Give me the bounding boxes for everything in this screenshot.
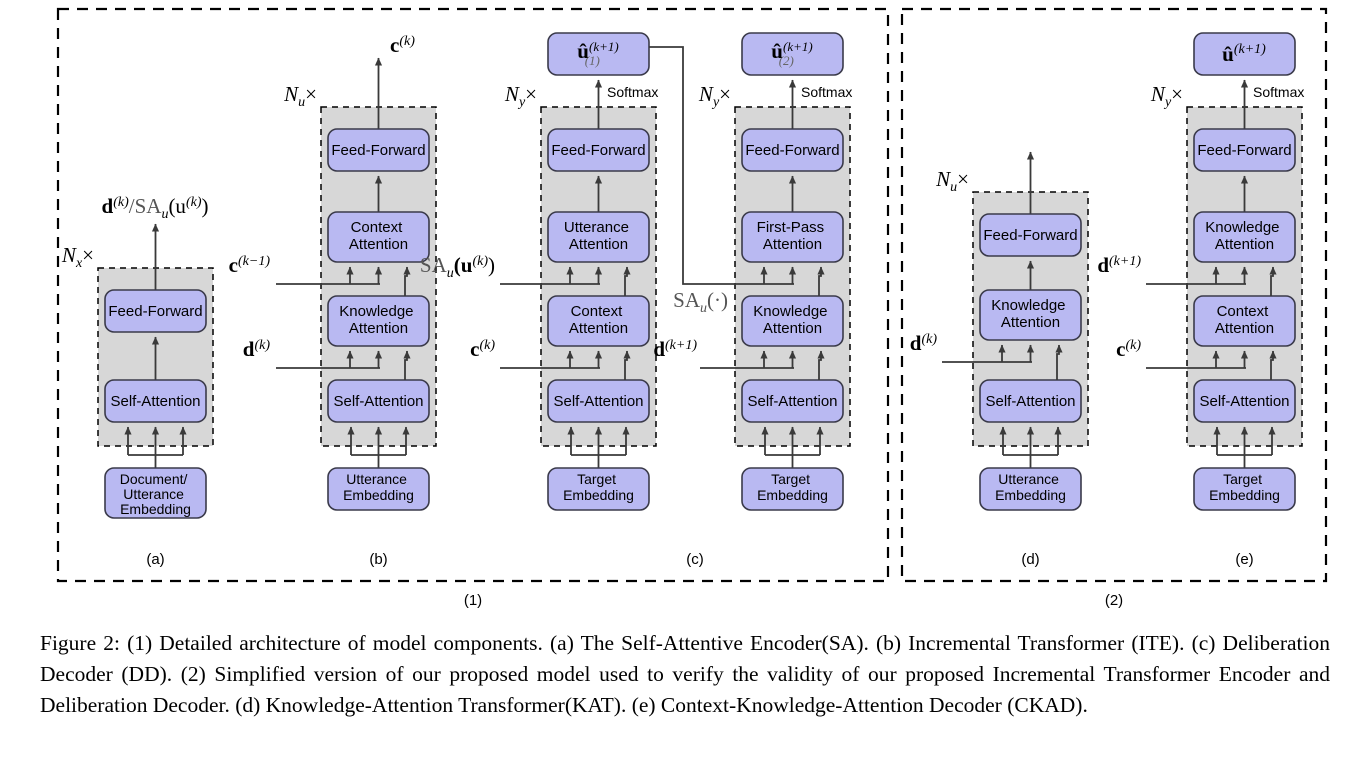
panel-b-self-attention-label: Self-Attention — [333, 393, 423, 410]
panel-a-repeat-label: Nx× — [61, 243, 94, 271]
architecture-diagram: Nx× d(k)/SAu(u(k)) Feed-Forward Self-Att… — [56, 7, 1328, 609]
panel-d-feed-forward-label: Feed-Forward — [983, 227, 1077, 244]
panel-d-doc-input-label: d(k) — [910, 331, 938, 355]
panel-c-left-feed-forward-label: Feed-Forward — [551, 142, 645, 159]
panel-b-context-input-label: c(k−1) — [229, 253, 271, 277]
panel-d-knowledge-attention-label: Knowledge Attention — [991, 297, 1069, 331]
panel-e-ctx-input-label: c(k) — [1116, 337, 1141, 361]
figure-caption-text: Figure 2: (1) Detailed architecture of m… — [40, 631, 1330, 717]
panel-e-doc-input-label: d(k+1) — [1097, 253, 1141, 277]
group-2-label: (2) — [1105, 592, 1123, 609]
panel-c-label: (c) — [686, 551, 704, 568]
panel-a-feed-forward-label: Feed-Forward — [108, 303, 202, 320]
panel-e-label: (e) — [1235, 551, 1253, 568]
panel-b-feed-forward-label: Feed-Forward — [331, 142, 425, 159]
panel-c-right-softmax-label: Softmax — [801, 84, 852, 100]
panel-d-embedding-label: Utterance Embedding — [995, 471, 1066, 503]
panel-a: Nx× d(k)/SAu(u(k)) Feed-Forward Self-Att… — [61, 194, 214, 568]
panel-c-right-first-pass-attention-label: First-Pass Attention — [757, 219, 829, 253]
panel-e-self-attention-label: Self-Attention — [1199, 393, 1289, 410]
panel-c-right-feed-forward-label: Feed-Forward — [745, 142, 839, 159]
panel-e-softmax-label: Softmax — [1253, 84, 1304, 100]
panel-b-context-attention-label: Context Attention — [349, 219, 408, 253]
panel-d-label: (d) — [1021, 551, 1039, 568]
panel-c-right-repeat-label: Ny× — [698, 82, 731, 110]
panel-a-self-attention-label: Self-Attention — [110, 393, 200, 410]
panel-c-left-column: Ny× û(k+1) (1) Softmax Feed-Forward Utter… — [420, 32, 658, 511]
panel-c-right-knowledge-attention-label: Knowledge Attention — [753, 303, 831, 337]
panel-c-left-softmax-label: Softmax — [607, 84, 658, 100]
panel-c-left-context-attention-label: Context Attention — [569, 303, 628, 337]
panel-d-self-attention-label: Self-Attention — [985, 393, 1075, 410]
panel-d-repeat-label: Nu× — [935, 167, 969, 195]
panel-b-label: (b) — [369, 551, 387, 568]
panel-a-label: (a) — [146, 551, 164, 568]
panel-a-output-label: d(k)/SAu(u(k)) — [102, 194, 209, 222]
panel-b-repeat-label: Nu× — [283, 82, 317, 110]
panel-b-output-label: c(k) — [390, 33, 415, 57]
panel-e-feed-forward-label: Feed-Forward — [1197, 142, 1291, 159]
panel-e-repeat-label: Ny× — [1150, 82, 1183, 110]
panel-e-knowledge-attention-label: Knowledge Attention — [1205, 219, 1283, 253]
panel-d: Nu× Feed-Forward Knowledge Attention d(k… — [910, 151, 1089, 568]
group-1-label: (1) — [464, 592, 482, 609]
panel-c-left-ctx-input-label: c(k) — [470, 337, 495, 361]
panel-c-left-utterance-attention-label: Utterance Attention — [564, 219, 633, 253]
panel-b: Nu× c(k) Feed-Forward Context Attention … — [229, 33, 437, 568]
panel-c-right-doc-input-label: d(k+1) — [653, 337, 697, 361]
panel-c-left-repeat-label: Ny× — [504, 82, 537, 110]
panel-c-left-sa-input-label: SAu(u(k)) — [420, 253, 495, 281]
panel-c-left-self-attention-label: Self-Attention — [553, 393, 643, 410]
figure-caption: Figure 2: (1) Detailed architecture of m… — [40, 628, 1330, 721]
panel-b-knowledge-attention-label: Knowledge Attention — [339, 303, 417, 337]
panel-e-context-attention-label: Context Attention — [1215, 303, 1274, 337]
panel-e: Ny× û(k+1) Softmax Feed-Forward Knowledg… — [1097, 32, 1304, 568]
panel-a-embedding-label: Document/ Utterance Embedding — [120, 471, 192, 517]
panel-b-doc-input-label: d(k) — [243, 337, 271, 361]
panel-c-right-sa-input-label: SAu(·) — [673, 288, 728, 316]
figure-root: Nx× d(k)/SAu(u(k)) Feed-Forward Self-Att… — [0, 0, 1355, 784]
panel-c-right-self-attention-label: Self-Attention — [747, 393, 837, 410]
panel-b-embedding-label: Utterance Embedding — [343, 471, 414, 503]
panel-c-right-column: Ny× û(k+1) (2) Softmax Feed-Forward First… — [649, 32, 852, 568]
